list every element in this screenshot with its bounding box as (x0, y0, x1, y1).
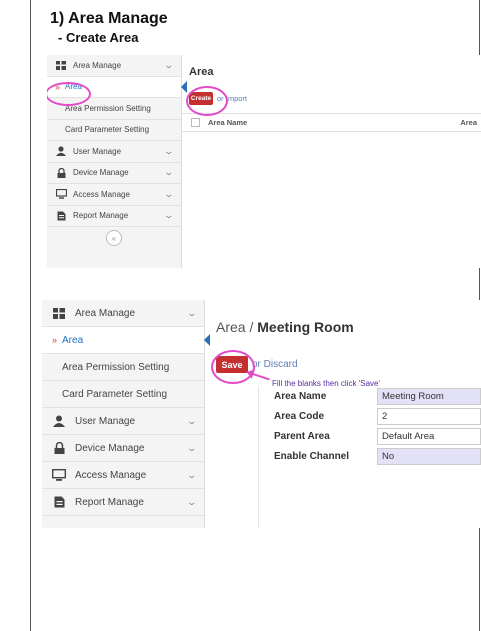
chevron-down-icon: ⌄ (163, 188, 175, 199)
sidebar-item-device-manage[interactable]: Device Manage ⌄ (47, 163, 181, 184)
area-form: Area Name Meeting Room Area Code 2 Paren… (258, 386, 481, 528)
sidebar-item-label: Area Manage (75, 307, 136, 319)
screenshot-area-list: Area Manage ⌄ » Area Area Permission Set… (47, 55, 481, 268)
sidebar-item-report-manage[interactable]: Report Manage ⌄ (47, 206, 181, 227)
breadcrumb-current: Meeting Room (257, 319, 354, 335)
monitor-icon (55, 189, 67, 199)
sidebar-item-access-manage[interactable]: Access Manage ⌄ (42, 462, 204, 489)
highlight-circle (47, 82, 91, 106)
sidebar: Area Manage ⌄ » Area Area Permission Set… (42, 300, 210, 528)
sidebar-item-label: Card Parameter Setting (62, 388, 168, 400)
monitor-icon (52, 469, 66, 481)
field-label: Parent Area (274, 430, 330, 442)
sidebar-item-label: User Manage (75, 415, 136, 427)
sidebar-item-card-parameter[interactable]: Card Parameter Setting (42, 381, 204, 408)
chevron-down-icon: ⌄ (186, 307, 198, 318)
chevron-down-icon: ⌄ (186, 415, 198, 426)
chevron-down-icon: ⌄ (163, 167, 175, 178)
sidebar-item-user-manage[interactable]: User Manage ⌄ (42, 408, 204, 435)
breadcrumb-area[interactable]: Area / (216, 319, 257, 335)
chevron-down-icon: ⌄ (186, 496, 198, 507)
page-title: Area (189, 66, 214, 78)
lock-icon (52, 442, 66, 454)
document-icon (52, 496, 66, 508)
collapse-icon[interactable]: « (106, 230, 122, 246)
area-name-field[interactable]: Meeting Room (377, 387, 481, 405)
sidebar-item-label: Report Manage (75, 496, 144, 508)
sidebar-item-report-manage[interactable]: Report Manage ⌄ (42, 489, 204, 516)
field-label: Enable Channel (274, 450, 350, 462)
screenshot-create-area: Area Manage ⌄ » Area Area Permission Set… (42, 300, 481, 528)
main-content: Area / Meeting Room Save or Discard Fill… (204, 300, 481, 528)
sidebar-item-user-manage[interactable]: User Manage ⌄ (47, 141, 181, 163)
form-row-parent-area: Parent Area Default Area (259, 426, 481, 446)
grid-icon (55, 60, 67, 70)
chevron-down-icon: ⌄ (163, 145, 175, 156)
doc-title: 1) Area Manage (50, 10, 168, 27)
enable-channel-select[interactable]: No (377, 447, 481, 465)
grid-icon (52, 307, 66, 319)
area-code-field[interactable]: 2 (377, 407, 481, 425)
sidebar-item-area[interactable]: » Area (42, 327, 210, 354)
sidebar-item-label: Area Permission Setting (62, 361, 170, 373)
chevron-down-icon: ⌄ (186, 469, 198, 480)
sidebar-item-access-manage[interactable]: Access Manage ⌄ (47, 184, 181, 206)
form-row-area-name: Area Name Meeting Room (259, 386, 481, 406)
sidebar-collapse: « (47, 227, 181, 249)
table-header: Area Name Area (181, 113, 481, 132)
doc-subtitle: - Create Area (58, 30, 139, 45)
form-row-enable-channel: Enable Channel No (259, 446, 481, 466)
main-content: Area Create or Import Area Name Area (181, 55, 481, 268)
user-icon (55, 146, 67, 157)
user-icon (52, 415, 66, 427)
sidebar-item-label: Area (62, 334, 84, 346)
field-label: Area Code (274, 410, 325, 422)
lock-icon (55, 167, 67, 178)
field-label: Area Name (274, 390, 327, 402)
sidebar-item-label: Device Manage (75, 442, 145, 454)
page-title: Area / Meeting Room (216, 319, 354, 335)
highlight-circle (211, 350, 255, 384)
sidebar-item-area-manage[interactable]: Area Manage ⌄ (42, 300, 204, 327)
select-all-checkbox[interactable] (191, 118, 200, 127)
discard-link[interactable]: or Discard (252, 359, 298, 370)
parent-area-select[interactable]: Default Area (377, 427, 481, 445)
sidebar-item-label: Access Manage (75, 469, 147, 481)
sidebar-item-area-permission[interactable]: Area Permission Setting (42, 354, 204, 381)
column-header-area-name[interactable]: Area Name (208, 118, 460, 127)
sidebar-item-area-manage[interactable]: Area Manage ⌄ (47, 55, 181, 77)
chevron-down-icon: ⌄ (163, 210, 175, 221)
chevron-down-icon: ⌄ (163, 59, 175, 70)
chevron-down-icon: ⌄ (186, 442, 198, 453)
column-header-area[interactable]: Area (460, 118, 477, 127)
chevron-right-icon: » (52, 335, 58, 345)
document-icon (55, 211, 67, 221)
form-row-area-code: Area Code 2 (259, 406, 481, 426)
sidebar-item-label: Card Parameter Setting (65, 125, 150, 135)
sidebar-item-card-parameter[interactable]: Card Parameter Setting (47, 120, 181, 141)
sidebar-item-device-manage[interactable]: Device Manage ⌄ (42, 435, 204, 462)
highlight-circle (186, 86, 228, 116)
